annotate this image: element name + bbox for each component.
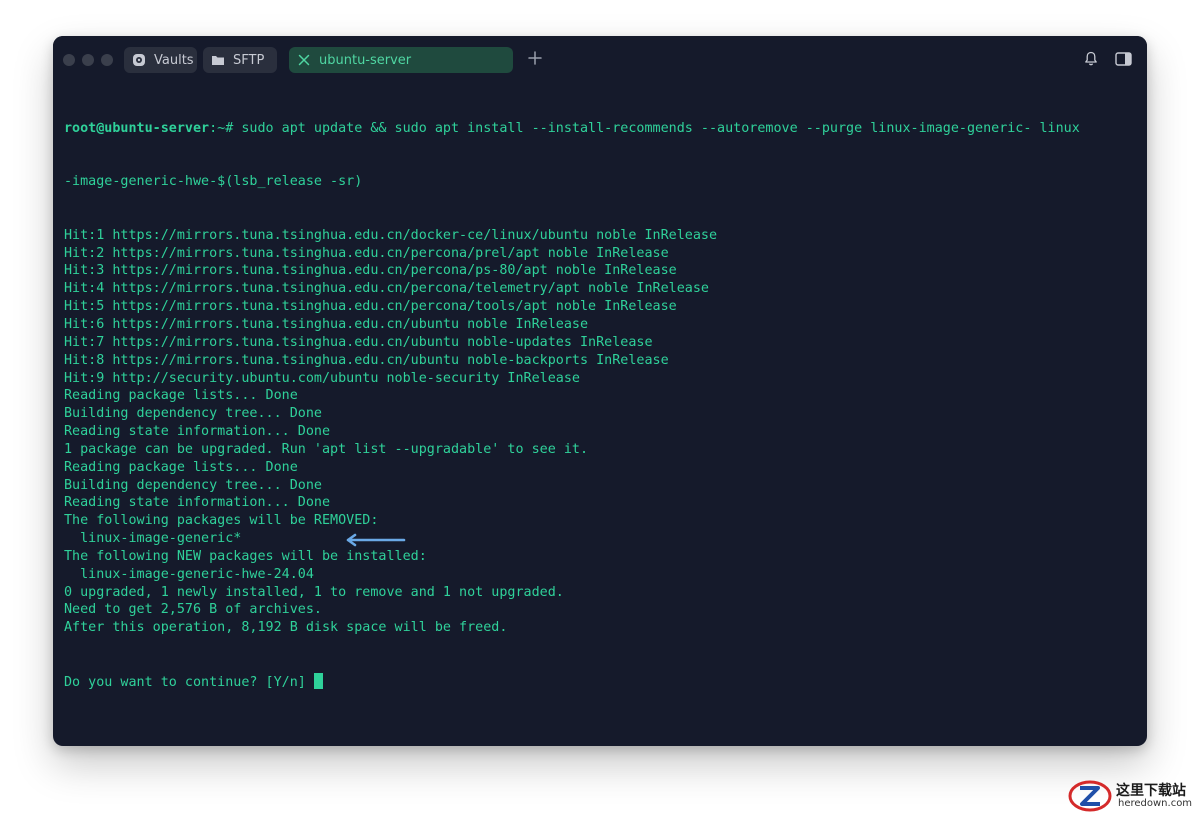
output-line: Hit:4 https://mirrors.tuna.tsinghua.edu.… <box>64 281 709 297</box>
close-icon[interactable] <box>297 53 311 67</box>
output-line: Hit:3 https://mirrors.tuna.tsinghua.edu.… <box>64 263 677 279</box>
command-text: sudo apt update && sudo apt install --in… <box>233 120 1080 136</box>
output-line: Reading state information... Done <box>64 495 331 511</box>
output-line: Hit:2 https://mirrors.tuna.tsinghua.edu.… <box>64 245 669 261</box>
watermark-subtitle: heredown.com <box>1118 798 1193 809</box>
output-line: Hit:1 https://mirrors.tuna.tsinghua.edu.… <box>64 227 718 243</box>
output-line: 0 upgraded, 1 newly installed, 1 to remo… <box>64 584 564 600</box>
annotation-arrow <box>346 533 406 547</box>
tab-label: ubuntu-server <box>319 52 412 68</box>
output-line: Need to get 2,576 B of archives. <box>64 602 322 618</box>
notifications-button[interactable] <box>1081 50 1101 70</box>
output-line: Building dependency tree... Done <box>64 406 322 422</box>
command-continuation: -image-generic-hwe-$(lsb_release -sr) <box>64 174 363 190</box>
output-line: The following packages will be REMOVED: <box>64 513 379 529</box>
site-watermark: 这里下载站 heredown.com <box>1066 778 1198 814</box>
output-line: The following NEW packages will be insta… <box>64 548 427 564</box>
bell-icon <box>1084 51 1098 70</box>
continue-prompt: Do you want to continue? [Y/n] <box>64 674 314 690</box>
terminal-window: Vaults SFTP ubuntu-server root@ubuntu-se… <box>53 36 1147 746</box>
continue-prompt-line: Do you want to continue? [Y/n] <box>64 672 1139 691</box>
command-line: root@ubuntu-server:~# sudo apt update &&… <box>64 120 1139 138</box>
output-line: Reading state information... Done <box>64 424 331 440</box>
terminal-output[interactable]: root@ubuntu-server:~# sudo apt update &&… <box>64 84 1139 734</box>
output-line: Hit:6 https://mirrors.tuna.tsinghua.edu.… <box>64 316 589 332</box>
minimize-window-button[interactable] <box>82 54 94 66</box>
text-cursor <box>313 672 323 689</box>
output-line: Hit:9 http://security.ubuntu.com/ubuntu … <box>64 370 580 386</box>
prompt-user: root@ubuntu-server <box>64 120 210 136</box>
watermark-logo <box>1068 780 1112 812</box>
output-line: linux-image-generic-hwe-24.04 <box>64 566 314 582</box>
sidebar-icon <box>1114 51 1132 70</box>
output-line: linux-image-generic* <box>64 531 242 547</box>
prompt-path: :~# <box>209 120 234 136</box>
new-tab-button[interactable] <box>525 49 545 69</box>
maximize-window-button[interactable] <box>101 54 113 66</box>
title-bar: Vaults SFTP ubuntu-server <box>53 36 1147 84</box>
output-line: Hit:5 https://mirrors.tuna.tsinghua.edu.… <box>64 299 677 315</box>
output-line: Reading package lists... Done <box>64 388 298 404</box>
tab-sftp[interactable]: SFTP <box>203 47 277 73</box>
output-line: After this operation, 8,192 B disk space… <box>64 620 508 636</box>
vault-icon <box>132 53 146 67</box>
output-line: Hit:8 https://mirrors.tuna.tsinghua.edu.… <box>64 352 669 368</box>
output-line: Building dependency tree... Done <box>64 477 322 493</box>
toggle-sidebar-button[interactable] <box>1113 50 1133 70</box>
watermark-title: 这里下载站 <box>1116 783 1186 799</box>
output-line: Reading package lists... Done <box>64 459 298 475</box>
folder-icon <box>211 53 225 67</box>
tab-vaults[interactable]: Vaults <box>124 47 197 73</box>
output-line: Hit:7 https://mirrors.tuna.tsinghua.edu.… <box>64 334 653 350</box>
output-lines: Hit:1 https://mirrors.tuna.tsinghua.edu.… <box>64 227 1139 637</box>
plus-icon <box>528 50 542 69</box>
tab-ubuntu-server[interactable]: ubuntu-server <box>289 47 513 73</box>
output-line: 1 package can be upgraded. Run 'apt list… <box>64 441 589 457</box>
tab-label: Vaults <box>154 52 194 68</box>
tab-label: SFTP <box>233 52 265 68</box>
close-window-button[interactable] <box>63 54 75 66</box>
